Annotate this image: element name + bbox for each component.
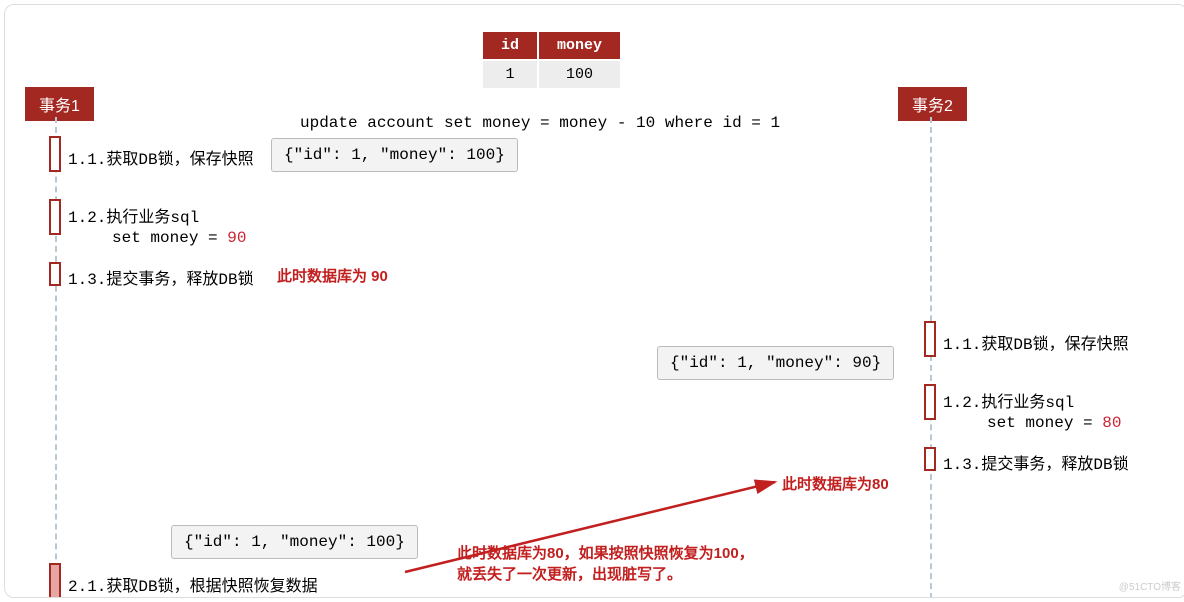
- tx2-lifeline: [930, 117, 932, 598]
- tx2-step-12-sub: set money = 80: [987, 414, 1121, 432]
- th-id: id: [482, 31, 538, 60]
- sql-statement: update account set money = money - 10 wh…: [300, 114, 780, 132]
- diagram-canvas: id money 1 100 update account set money …: [4, 4, 1184, 598]
- tx2-step-12: 1.2.执行业务sql set money = 80: [943, 388, 1121, 432]
- tx1-act-11: [49, 136, 61, 172]
- tx2-label: 事务2: [898, 87, 967, 121]
- tx2-act-13: [924, 447, 936, 471]
- th-money: money: [538, 31, 621, 60]
- tx2-step-11: 1.1.获取DB锁，保存快照: [943, 330, 1129, 354]
- tx2-act-12: [924, 384, 936, 420]
- arrow-conflict: [395, 467, 805, 592]
- td-id: 1: [482, 60, 538, 89]
- tx1-step-21: 2.1.获取DB锁，根据快照恢复数据: [68, 572, 318, 596]
- tx2-act-11: [924, 321, 936, 357]
- snapshot-a: {"id": 1, "money": 100}: [271, 138, 518, 172]
- tx1-step-13: 1.3.提交事务，释放DB锁: [68, 265, 254, 289]
- snapshot-b: {"id": 1, "money": 90}: [657, 346, 894, 380]
- account-table: id money 1 100: [481, 30, 622, 90]
- watermark: @51CTO博客: [1119, 578, 1181, 593]
- tx1-lifeline: [55, 117, 57, 598]
- tx1-act-12: [49, 199, 61, 235]
- note-after-tx1: 此时数据库为 90: [277, 265, 388, 286]
- tx1-step-11: 1.1.获取DB锁，保存快照: [68, 145, 254, 169]
- tx1-label: 事务1: [25, 87, 94, 121]
- tx1-step-12-text: 1.2.执行业务sql: [68, 209, 199, 227]
- snapshot-c: {"id": 1, "money": 100}: [171, 525, 418, 559]
- tx1-act-13: [49, 262, 61, 286]
- tx1-step-12: 1.2.执行业务sql set money = 90: [68, 203, 246, 247]
- tx1-act-21: [49, 563, 61, 598]
- td-money: 100: [538, 60, 621, 89]
- tx2-step-12-text: 1.2.执行业务sql: [943, 394, 1074, 412]
- tx1-step-12-sub: set money = 90: [112, 229, 246, 247]
- tx2-step-13: 1.3.提交事务，释放DB锁: [943, 450, 1129, 474]
